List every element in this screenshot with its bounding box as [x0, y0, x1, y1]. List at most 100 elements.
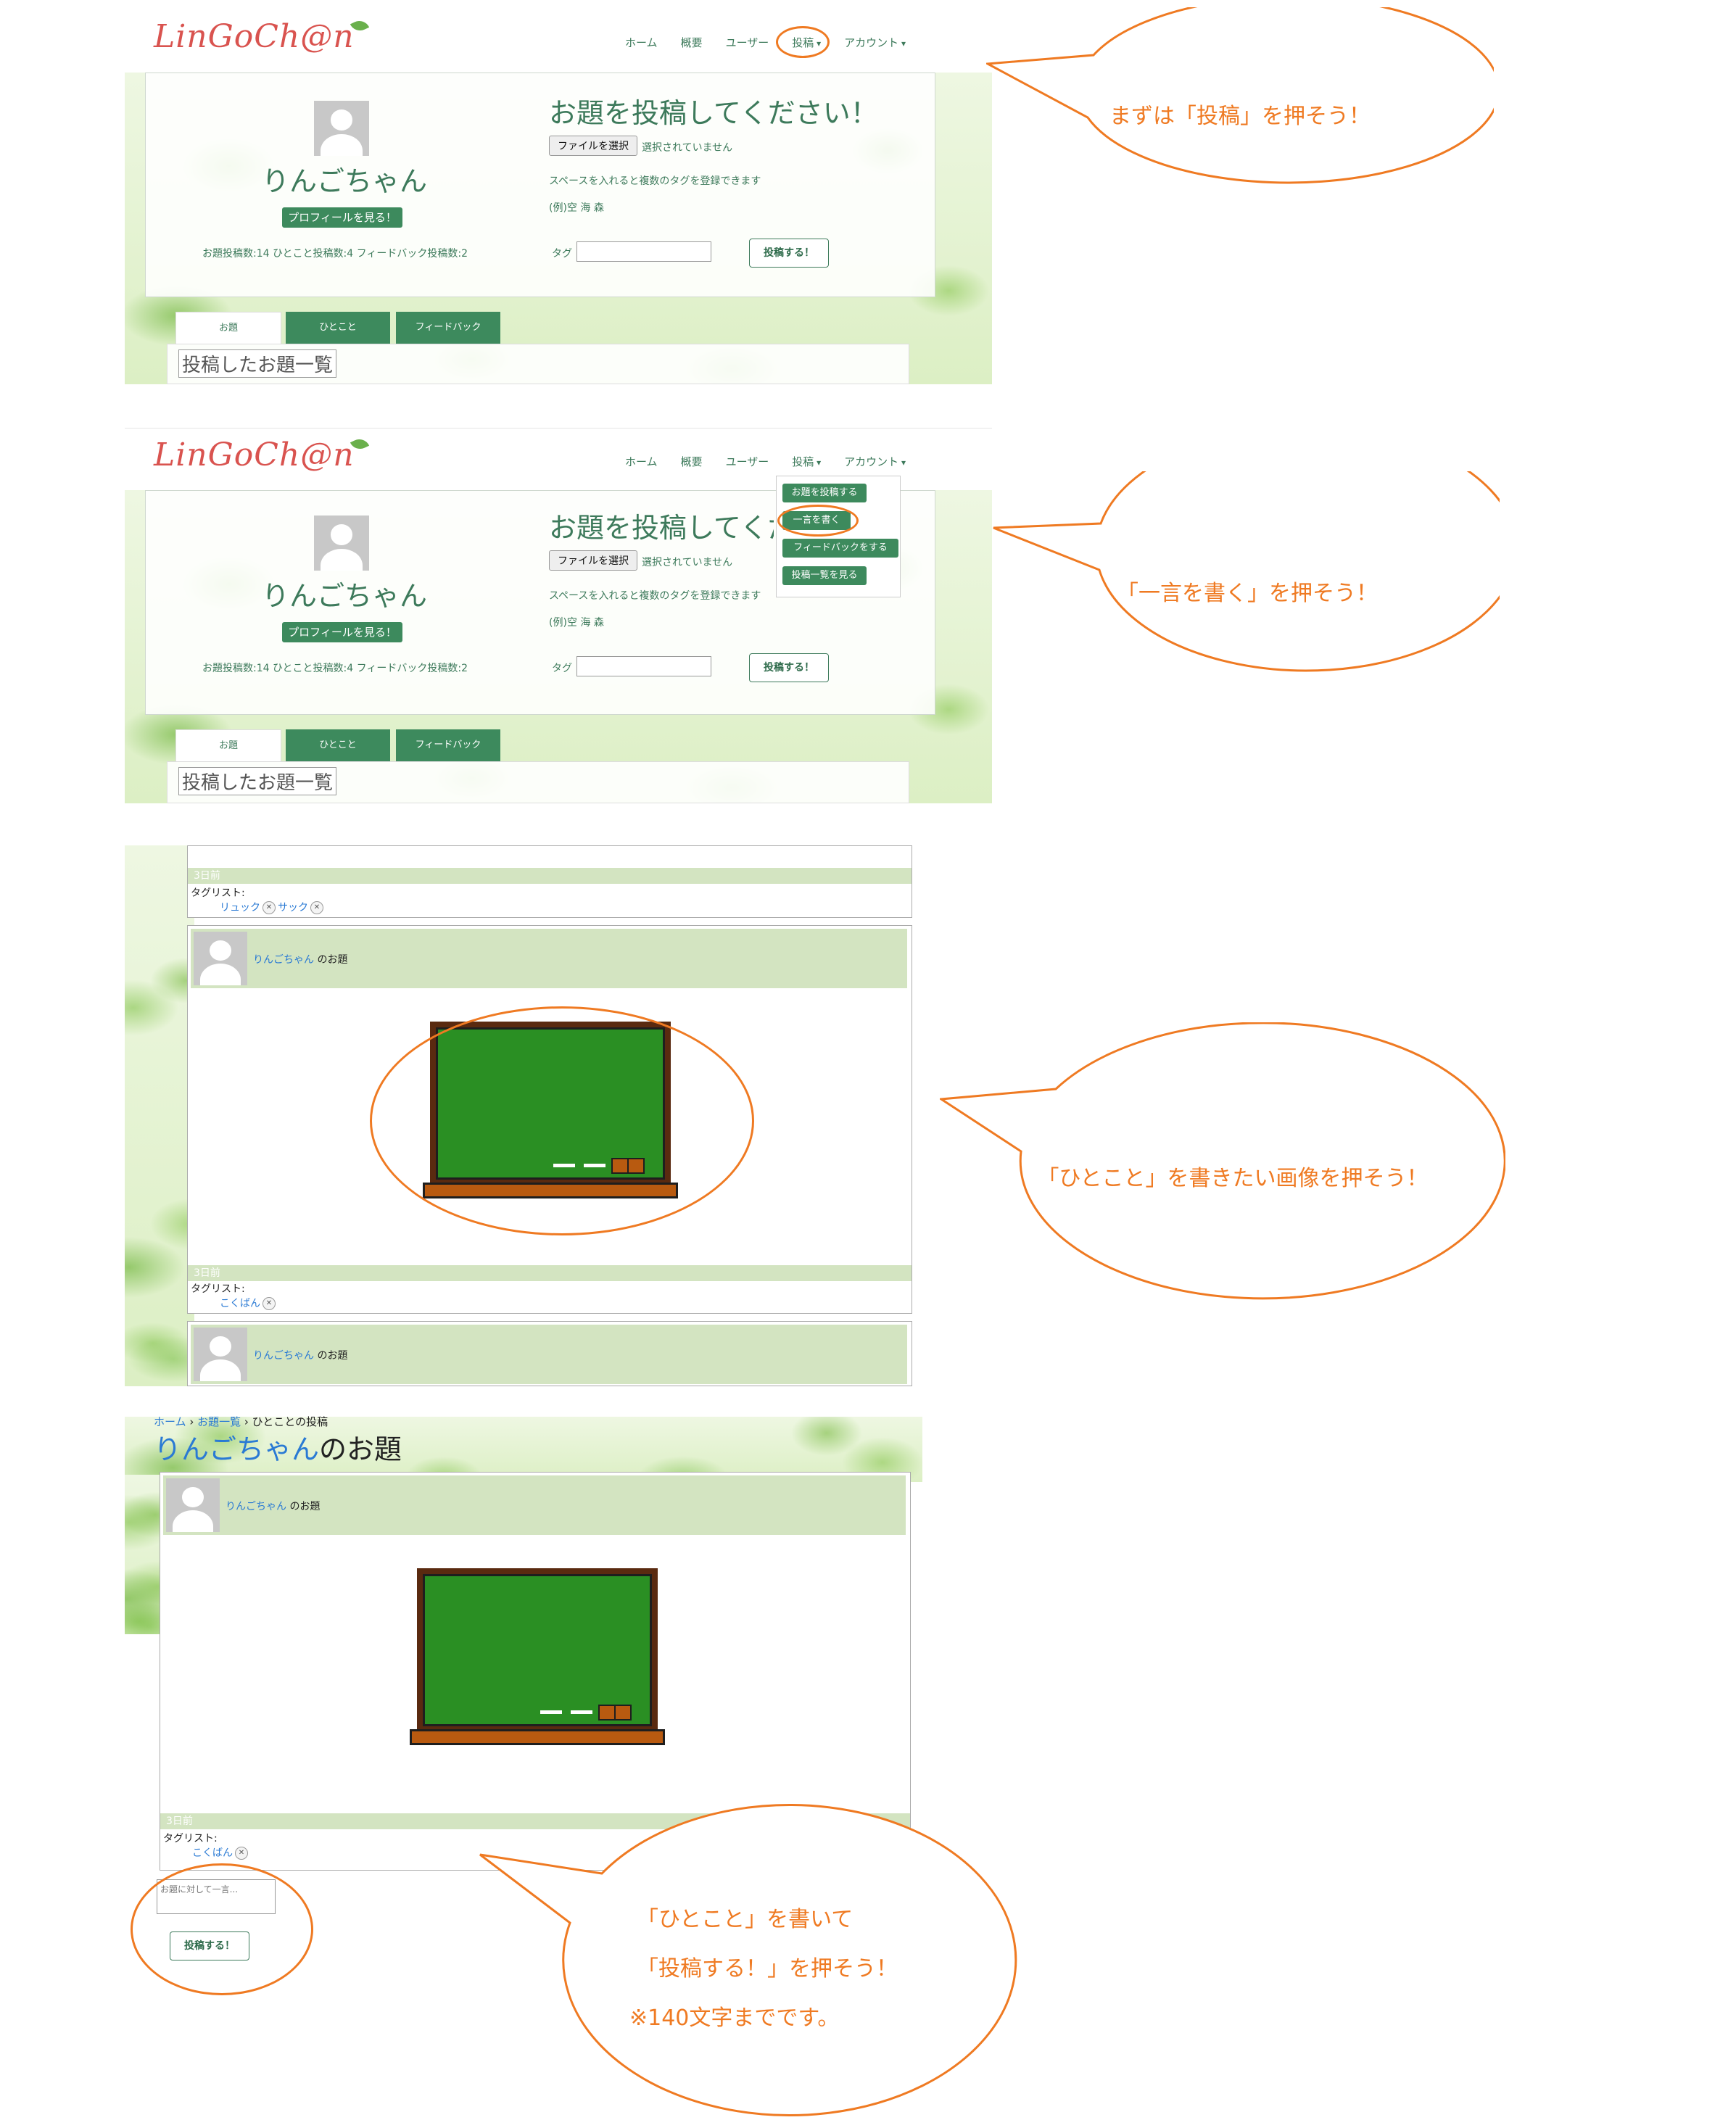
- tab-topics[interactable]: お題: [175, 312, 281, 344]
- title-author-link[interactable]: りんごちゃん: [154, 1433, 319, 1465]
- tag-link[interactable]: サック: [278, 902, 308, 914]
- header-card: りんごちゃん プロフィールを見る！ お題投稿数:14 ひとこと投稿数:4 フィー…: [145, 73, 935, 297]
- tag-label: タグ: [552, 663, 572, 674]
- nav-users[interactable]: ユーザー: [726, 35, 769, 50]
- author-suffix: のお題: [317, 954, 348, 966]
- tag-remove-icon[interactable]: ✕: [310, 901, 323, 914]
- nav-home[interactable]: ホーム: [625, 454, 658, 469]
- profile-name: りんごちゃん: [262, 580, 428, 612]
- tab-hitokoto[interactable]: ひとこと: [286, 312, 390, 344]
- menu-post-topic[interactable]: お題を投稿する: [782, 484, 867, 502]
- post-heading: お題を投稿してください！: [549, 97, 878, 129]
- tag-hint: スペースを入れると複数のタグを登録できます: [549, 175, 761, 187]
- profile-stats: お題投稿数:14 ひとこと投稿数:4 フィードバック投稿数:2: [202, 663, 468, 674]
- submit-topic-button[interactable]: 投稿する！: [749, 653, 829, 682]
- callout-1-text: まずは「投稿」を押そう！: [1109, 104, 1371, 129]
- nav-post[interactable]: 投稿: [792, 454, 821, 469]
- tag-list-label: タグリスト:: [163, 1833, 218, 1844]
- feed-background: [125, 845, 194, 1386]
- tag-link[interactable]: こくばん: [192, 1847, 233, 1859]
- author-line: りんごちゃん のお題: [253, 952, 347, 966]
- tag-link[interactable]: リュック: [220, 902, 260, 914]
- callout-4-line2: 「投稿する！」を押そう！: [637, 1956, 898, 1982]
- post-card-next: りんごちゃん のお題: [187, 1321, 912, 1386]
- callout-4-line1: 「ひとこと」を書いて: [637, 1907, 853, 1932]
- profile-name: りんごちゃん: [262, 165, 428, 197]
- logo-2[interactable]: LinGoCh@n: [154, 436, 369, 473]
- author-suffix: のお題: [289, 1501, 321, 1512]
- blackboard-image: [417, 1568, 658, 1732]
- file-select-button[interactable]: ファイルを選択: [549, 136, 637, 156]
- nav-users[interactable]: ユーザー: [726, 454, 769, 469]
- post-header: りんごちゃん のお題: [191, 1325, 907, 1384]
- author-link[interactable]: りんごちゃん: [226, 1501, 286, 1512]
- menu-give-feedback[interactable]: フィードバックをする: [782, 539, 898, 558]
- tag-example: (例)空 海 森: [549, 202, 604, 214]
- tag-list: こくばん ✕: [192, 1845, 250, 1860]
- title-suffix: のお題: [319, 1433, 402, 1465]
- tab-topics[interactable]: お題: [175, 729, 281, 761]
- nav-about[interactable]: 概要: [681, 454, 703, 469]
- file-status: 選択されていません: [642, 142, 733, 154]
- view-profile-button[interactable]: プロフィールを見る！: [282, 622, 402, 642]
- tag-list-label: タグリスト:: [191, 887, 245, 899]
- submit-topic-button[interactable]: 投稿する！: [749, 239, 829, 268]
- post-header: りんごちゃん のお題: [191, 929, 907, 988]
- post-header: りんごちゃん のお題: [163, 1475, 906, 1535]
- highlight-ring-comment: [131, 1863, 313, 1995]
- author-link[interactable]: りんごちゃん: [253, 954, 314, 966]
- navbar: ホーム 概要 ユーザー 投稿 アカウント: [625, 35, 906, 50]
- post-heading: お題を投稿してください！: [549, 512, 774, 544]
- profile-stats: お題投稿数:14 ひとこと投稿数:4 フィードバック投稿数:2: [202, 248, 468, 260]
- nav-account[interactable]: アカウント: [844, 35, 906, 50]
- page-title: りんごちゃんのお題: [154, 1427, 402, 1467]
- post-date: 3日前: [188, 868, 912, 884]
- nav-home[interactable]: ホーム: [625, 35, 658, 50]
- tag-hint: スペースを入れると複数のタグを登録できます: [549, 590, 761, 602]
- highlight-ring-write: [777, 505, 859, 537]
- tag-list: リュック ✕ サック ✕: [220, 900, 326, 914]
- tag-list-label: タグリスト:: [191, 1283, 245, 1295]
- avatar: [314, 515, 369, 571]
- tab-feedback[interactable]: フィードバック: [396, 312, 500, 344]
- post-card-prev: 3日前 タグリスト: リュック ✕ サック ✕: [187, 845, 912, 918]
- tag-input[interactable]: [576, 241, 711, 262]
- callout-3-text: 「ひとこと」を書きたい画像を押そう！: [1037, 1166, 1429, 1191]
- tag-remove-icon[interactable]: ✕: [263, 901, 276, 914]
- post-dropdown-menu: お題を投稿する 一言を書く フィードバックをする 投稿一覧を見る: [776, 476, 901, 597]
- file-select-button[interactable]: ファイルを選択: [549, 550, 637, 571]
- blackboard-ledge: [410, 1729, 665, 1745]
- tag-remove-icon[interactable]: ✕: [235, 1847, 248, 1860]
- author-avatar: [194, 1328, 247, 1381]
- author-suffix: のお題: [317, 1350, 348, 1362]
- author-link[interactable]: りんごちゃん: [253, 1350, 314, 1362]
- author-avatar: [194, 932, 247, 985]
- tag-list: こくばん ✕: [220, 1296, 278, 1310]
- tag-remove-icon[interactable]: ✕: [263, 1297, 276, 1310]
- callout-4-line3: ※140文字までです。: [629, 2005, 840, 2031]
- tag-input[interactable]: [576, 656, 711, 676]
- author-avatar: [166, 1478, 220, 1532]
- view-profile-button[interactable]: プロフィールを見る！: [282, 207, 402, 228]
- avatar: [314, 101, 369, 156]
- menu-view-posts[interactable]: 投稿一覧を見る: [782, 566, 867, 585]
- tab-feedback[interactable]: フィードバック: [396, 729, 500, 761]
- list-title: 投稿したお題一覧: [178, 349, 337, 378]
- step2-screenshot: LinGoCh@n ホーム 概要 ユーザー 投稿 アカウント りんごちゃん プロ…: [125, 428, 992, 803]
- author-line: りんごちゃん のお題: [226, 1499, 320, 1513]
- tag-example: (例)空 海 森: [549, 617, 604, 629]
- highlight-ring-post: [776, 26, 830, 58]
- callout-2-text: 「一言を書く」を押そう！: [1117, 581, 1378, 606]
- author-line: りんごちゃん のお題: [253, 1348, 347, 1362]
- tag-link[interactable]: こくばん: [220, 1298, 260, 1309]
- navbar-2: ホーム 概要 ユーザー 投稿 アカウント: [625, 454, 906, 469]
- logo[interactable]: LinGoCh@n: [154, 17, 369, 55]
- nav-about[interactable]: 概要: [681, 35, 703, 50]
- detail-side-background: [125, 1475, 160, 1634]
- tag-label: タグ: [552, 248, 572, 260]
- nav-account[interactable]: アカウント: [844, 454, 906, 469]
- highlight-ring-image: [370, 1006, 754, 1235]
- tab-hitokoto[interactable]: ひとこと: [286, 729, 390, 761]
- step3-screenshot: 3日前 タグリスト: リュック ✕ サック ✕ りんごちゃん のお題 3日前 タグリス…: [125, 845, 919, 1386]
- step1-screenshot: LinGoCh@n ホーム 概要 ユーザー 投稿 アカウント りんごちゃん プロ…: [125, 0, 992, 384]
